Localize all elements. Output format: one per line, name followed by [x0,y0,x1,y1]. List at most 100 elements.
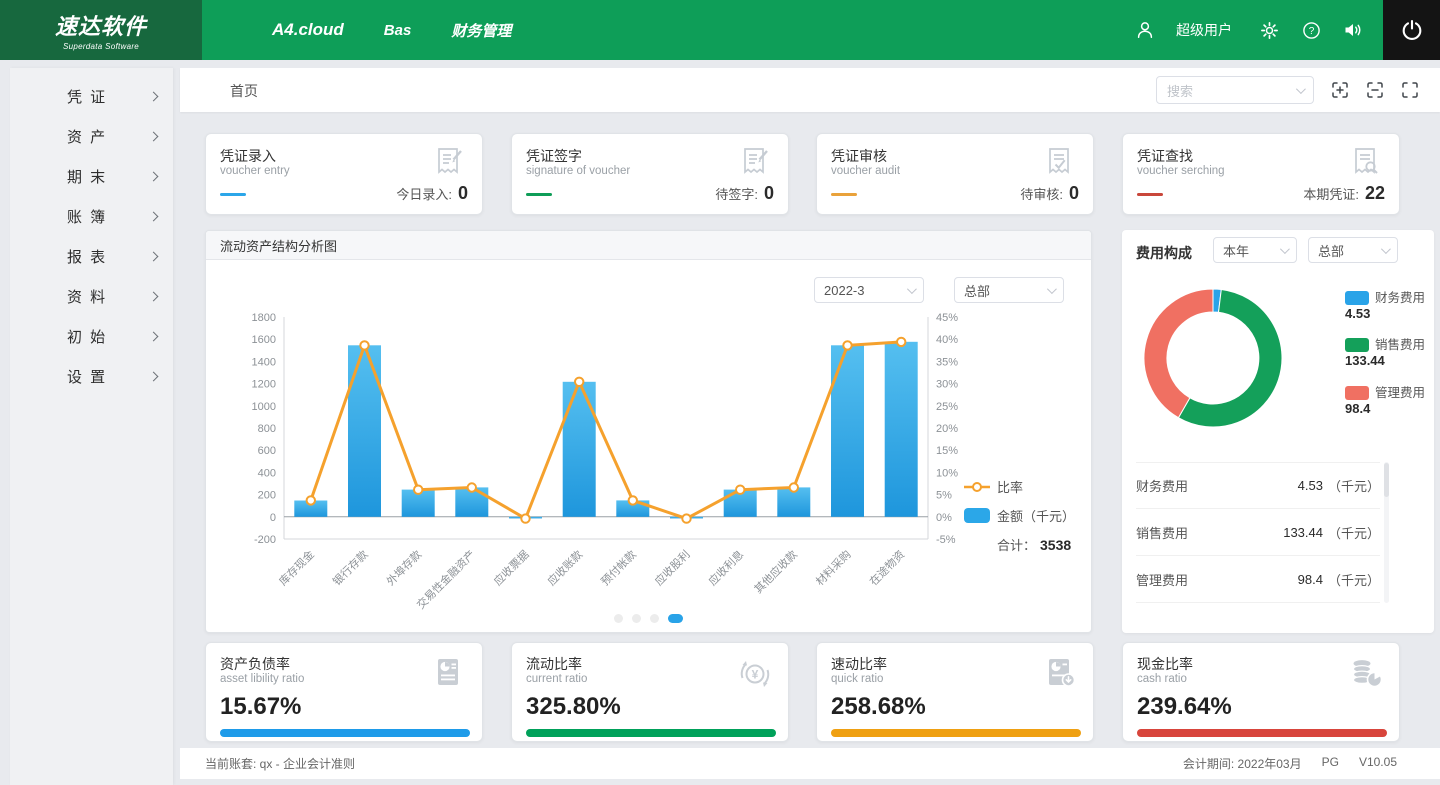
svg-text:1800: 1800 [252,312,276,324]
sidebar-item-settings[interactable]: 设 置 [10,356,173,396]
org-select[interactable]: 总部 [1308,237,1398,263]
line-legend-label[interactable]: 比率 [997,477,1023,496]
legend-entry[interactable]: 销售费用 133.44 [1345,337,1425,369]
org-select[interactable]: 总部 [954,277,1064,303]
asset-liability-ratio-card: 资产负债率 asset libility ratio 15.67% [205,642,483,742]
chevron-right-icon [149,291,159,301]
period-select[interactable]: 2022-3 [814,277,924,303]
receipt-edit-icon [430,143,470,183]
svg-text:5%: 5% [936,490,952,502]
org-select-value: 总部 [1318,241,1344,260]
svg-text:库存现金: 库存现金 [276,547,317,588]
nav-product-a4cloud[interactable]: A4.cloud [272,20,344,40]
legend-swatch [1345,386,1369,400]
svg-text:在途物资: 在途物资 [866,547,907,588]
legend-entry[interactable]: 财务费用 4.53 [1345,290,1425,322]
expense-unit: （千元） [1328,523,1380,542]
chevron-down-icon [1381,244,1391,254]
card-subtitle: voucher entry [220,165,290,177]
svg-text:应收账款: 应收账款 [544,547,585,588]
chevron-down-icon [907,284,917,294]
chevron-down-icon [1280,244,1290,254]
current-account-label: 当前账套: qx - 企业会计准则 [205,755,355,772]
sidebar-item-initial[interactable]: 初 始 [10,316,173,356]
year-select[interactable]: 本年 [1213,237,1297,263]
bar-legend-swatch [964,508,990,523]
svg-text:0: 0 [270,512,276,524]
ratio-bar [220,729,470,737]
header-user-area: 超级用户 ? [1134,0,1364,60]
username-label[interactable]: 超级用户 [1176,20,1232,40]
tab-home[interactable]: 首页 [230,81,258,101]
svg-text:预付帐款: 预付帐款 [598,547,639,588]
legend-swatch [1345,338,1369,352]
stat-value: 0 [764,183,774,204]
receipt-check-icon [1041,143,1081,183]
bar-legend-label[interactable]: 金额（千元） [997,506,1075,525]
carousel-dot[interactable] [614,614,623,623]
receipt-edit-icon [736,143,776,183]
svg-text:10%: 10% [936,467,958,479]
legend-label: 销售费用 [1375,337,1425,353]
current-assets-panel: 流动资产结构分析图 2022-3 总部 -2000200400600800100… [205,230,1092,633]
expense-donut-chart [1138,286,1288,436]
carousel-dot-active[interactable] [668,614,683,623]
fullscreen-icon[interactable] [1401,81,1419,99]
list-item: 销售费用 133.44 （千元） [1136,509,1380,556]
svg-text:45%: 45% [936,312,958,324]
stat-value: 22 [1365,183,1385,204]
zoom-out-icon[interactable] [1366,81,1384,99]
sidebar-item-reports[interactable]: 报 表 [10,236,173,276]
status-bar: 当前账套: qx - 企业会计准则 会计期间: 2022年03月 PG V10.… [180,748,1440,779]
accent-dash [1137,193,1163,196]
svg-text:应收票据: 应收票据 [491,547,532,588]
sidebar-item-label: 初 始 [67,326,107,347]
zoom-in-icon[interactable] [1331,81,1349,99]
currency-cycle-icon: ¥ [734,653,776,695]
help-icon[interactable]: ? [1300,19,1322,41]
voucher-entry-card[interactable]: 凭证录入 voucher entry 今日录入:0 [205,133,483,215]
user-icon[interactable] [1134,19,1156,41]
power-button[interactable] [1383,0,1440,60]
coins-pie-icon [1345,653,1387,695]
sidebar-item-data[interactable]: 资 料 [10,276,173,316]
carousel-dot[interactable] [650,614,659,623]
legend-entry[interactable]: 管理费用 98.4 [1345,385,1425,417]
cash-ratio-card: 现金比率 cash ratio 239.64% [1122,642,1400,742]
voucher-audit-card[interactable]: 凭证审核 voucher audit 待审核:0 [816,133,1094,215]
svg-text:1200: 1200 [252,379,276,391]
card-subtitle: voucher serching [1137,165,1225,177]
ratio-value: 15.67% [220,693,301,721]
nav-product-bas[interactable]: Bas [384,22,412,39]
sidebar-item-voucher[interactable]: 凭 证 [10,76,173,116]
scrollbar-thumb[interactable] [1384,463,1389,497]
expense-list: 财务费用 4.53 （千元） 销售费用 133.44 （千元） 管理费用 98.… [1136,462,1380,603]
expense-value: 98.4 [1298,572,1323,587]
ratio-value: 258.68% [831,693,926,721]
voucher-sign-card[interactable]: 凭证签字 signature of voucher 待签字:0 [511,133,789,215]
speaker-icon[interactable] [1342,19,1364,41]
carousel-dot[interactable] [632,614,641,623]
svg-text:200: 200 [258,490,276,502]
sidebar-item-assets[interactable]: 资 产 [10,116,173,156]
voucher-search-card[interactable]: 凭证查找 voucher serching 本期凭证:22 [1122,133,1400,215]
card-title: 资产负债率 [220,654,290,674]
chevron-right-icon [149,91,159,101]
sidebar-item-label: 账 簿 [67,206,107,227]
chart-legend: 比率 金额（千元） 合计： 3538 [964,477,1086,554]
search-input[interactable]: 搜索 [1156,76,1314,104]
stat-label: 待签字: [715,184,758,203]
svg-text:外埠存款: 外埠存款 [383,547,424,588]
stat-label: 待审核: [1020,184,1063,203]
expense-composition-panel: 费用构成 本年 总部 财务费用 4.53 销售费用 133.44 管理费用 [1122,230,1434,633]
gear-icon[interactable] [1258,19,1280,41]
ratio-bar [1137,729,1387,737]
sidebar-item-books[interactable]: 账 簿 [10,196,173,236]
stat-label: 本期凭证: [1303,184,1359,203]
ratio-value: 325.80% [526,693,621,721]
sidebar-item-period-end[interactable]: 期 末 [10,156,173,196]
nav-product-finance[interactable]: 财务管理 [451,20,511,41]
chevron-right-icon [149,131,159,141]
svg-text:40%: 40% [936,334,958,346]
stat-value: 0 [1069,183,1079,204]
